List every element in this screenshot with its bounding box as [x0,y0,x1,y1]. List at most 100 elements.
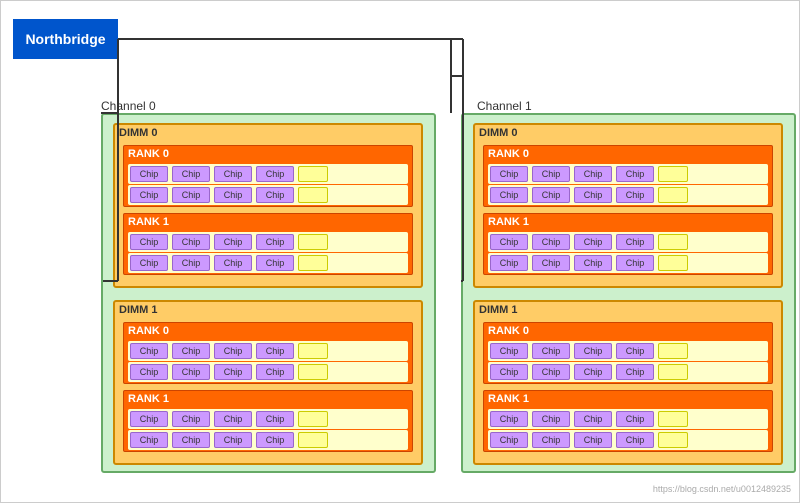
chip: Chip [172,166,210,182]
chip: Chip [172,432,210,448]
chip: Chip [130,187,168,203]
chip-placeholder [298,166,328,182]
chip: Chip [532,187,570,203]
rank1-row1: Chip Chip Chip Chip [128,232,408,252]
chip: Chip [574,234,612,250]
watermark-url: https://blog.csdn.net/u0012489235 [653,484,791,494]
chip: Chip [574,432,612,448]
ch1-d1-r1-row1: Chip Chip Chip Chip [488,409,768,429]
channel0-dimm1-rank0: RANK 0 Chip Chip Chip Chip Chip Chip Chi… [123,322,413,384]
chip: Chip [490,187,528,203]
ch1-d0-r1-row1: Chip Chip Chip Chip [488,232,768,252]
chip: Chip [574,166,612,182]
ch1-d0-r0-row1: Chip Chip Chip Chip [488,164,768,184]
chip-placeholder [658,166,688,182]
chip: Chip [130,166,168,182]
channel1-box: DIMM 0 RANK 0 Chip Chip Chip Chip Chip C… [461,113,796,473]
ch1-d1-r1-row2: Chip Chip Chip Chip [488,430,768,450]
channel1-dimm1-label: DIMM 1 [475,302,781,318]
chip: Chip [130,411,168,427]
chip: Chip [574,255,612,271]
chip: Chip [214,234,252,250]
channel1-dimm0-rank1-label: RANK 1 [484,214,772,230]
chip: Chip [256,255,294,271]
chip: Chip [532,364,570,380]
chip: Chip [616,234,654,250]
channel1-label: Channel 1 [477,99,532,113]
chip: Chip [214,166,252,182]
chip: Chip [130,255,168,271]
chip-placeholder [298,234,328,250]
chip-placeholder [298,411,328,427]
ch1-d1-r0-row1: Chip Chip Chip Chip [488,341,768,361]
chip: Chip [130,364,168,380]
channel0-dimm1-rank0-label: RANK 0 [124,323,412,339]
chip: Chip [616,187,654,203]
main-container: Northbridge Channel 0 Channel 1 DIMM 0 R… [0,0,800,503]
chip-placeholder [298,187,328,203]
chip: Chip [214,364,252,380]
channel1-dimm1-box: DIMM 1 RANK 0 Chip Chip Chip Chip Chip C… [473,300,783,465]
chip-placeholder [298,255,328,271]
ch1-d0-r0-row2: Chip Chip Chip Chip [488,185,768,205]
dimm1-rank0-row2: Chip Chip Chip Chip [128,362,408,382]
channel1-dimm1-rank1: RANK 1 Chip Chip Chip Chip Chip Chip Chi… [483,390,773,452]
chip-placeholder [658,187,688,203]
chip: Chip [616,255,654,271]
chip: Chip [532,432,570,448]
chip: Chip [256,166,294,182]
chip: Chip [214,255,252,271]
chip: Chip [490,411,528,427]
chip: Chip [490,234,528,250]
chip: Chip [490,364,528,380]
chip-placeholder [658,234,688,250]
chip: Chip [490,432,528,448]
chip: Chip [490,343,528,359]
chip: Chip [172,343,210,359]
channel1-dimm0-rank0: RANK 0 Chip Chip Chip Chip Chip Chip Chi… [483,145,773,207]
chip: Chip [532,343,570,359]
chip-placeholder [658,432,688,448]
channel1-dimm0-rank0-label: RANK 0 [484,146,772,162]
ch1-d0-r1-row2: Chip Chip Chip Chip [488,253,768,273]
channel0-dimm0-rank1-label: RANK 1 [124,214,412,230]
chip: Chip [616,432,654,448]
chip-placeholder [298,364,328,380]
chip: Chip [574,411,612,427]
chip: Chip [214,432,252,448]
dimm1-rank1-row2: Chip Chip Chip Chip [128,430,408,450]
chip: Chip [616,364,654,380]
chip: Chip [574,364,612,380]
northbridge-block: Northbridge [13,19,118,59]
chip: Chip [256,364,294,380]
channel0-box: DIMM 0 RANK 0 Chip Chip Chip Chip Chip C… [101,113,436,473]
chip: Chip [130,343,168,359]
northbridge-label: Northbridge [25,31,105,47]
chip: Chip [172,187,210,203]
channel0-dimm0-label: DIMM 0 [115,125,421,141]
channel0-dimm0-rank1: RANK 1 Chip Chip Chip Chip Chip Chip Chi… [123,213,413,275]
channel1-dimm1-rank0: RANK 0 Chip Chip Chip Chip Chip Chip Chi… [483,322,773,384]
channel0-dimm1-box: DIMM 1 RANK 0 Chip Chip Chip Chip Chip C… [113,300,423,465]
channel0-dimm1-rank1-label: RANK 1 [124,391,412,407]
chip: Chip [490,255,528,271]
chip: Chip [616,411,654,427]
channel1-dimm1-rank0-label: RANK 0 [484,323,772,339]
chip: Chip [214,343,252,359]
channel0-dimm0-rank0: RANK 0 Chip Chip Chip Chip Chip Chip Chi… [123,145,413,207]
channel1-dimm0-box: DIMM 0 RANK 0 Chip Chip Chip Chip Chip C… [473,123,783,288]
rank1-row2: Chip Chip Chip Chip [128,253,408,273]
chip: Chip [616,166,654,182]
channel1-dimm0-label: DIMM 0 [475,125,781,141]
chip-placeholder [298,343,328,359]
chip: Chip [532,255,570,271]
chip: Chip [574,187,612,203]
chip: Chip [256,234,294,250]
channel0-dimm0-box: DIMM 0 RANK 0 Chip Chip Chip Chip Chip C… [113,123,423,288]
dimm1-rank0-row1: Chip Chip Chip Chip [128,341,408,361]
chip: Chip [256,411,294,427]
channel0-dimm1-rank1: RANK 1 Chip Chip Chip Chip Chip Chip Chi… [123,390,413,452]
chip: Chip [616,343,654,359]
chip: Chip [172,234,210,250]
chip: Chip [532,166,570,182]
